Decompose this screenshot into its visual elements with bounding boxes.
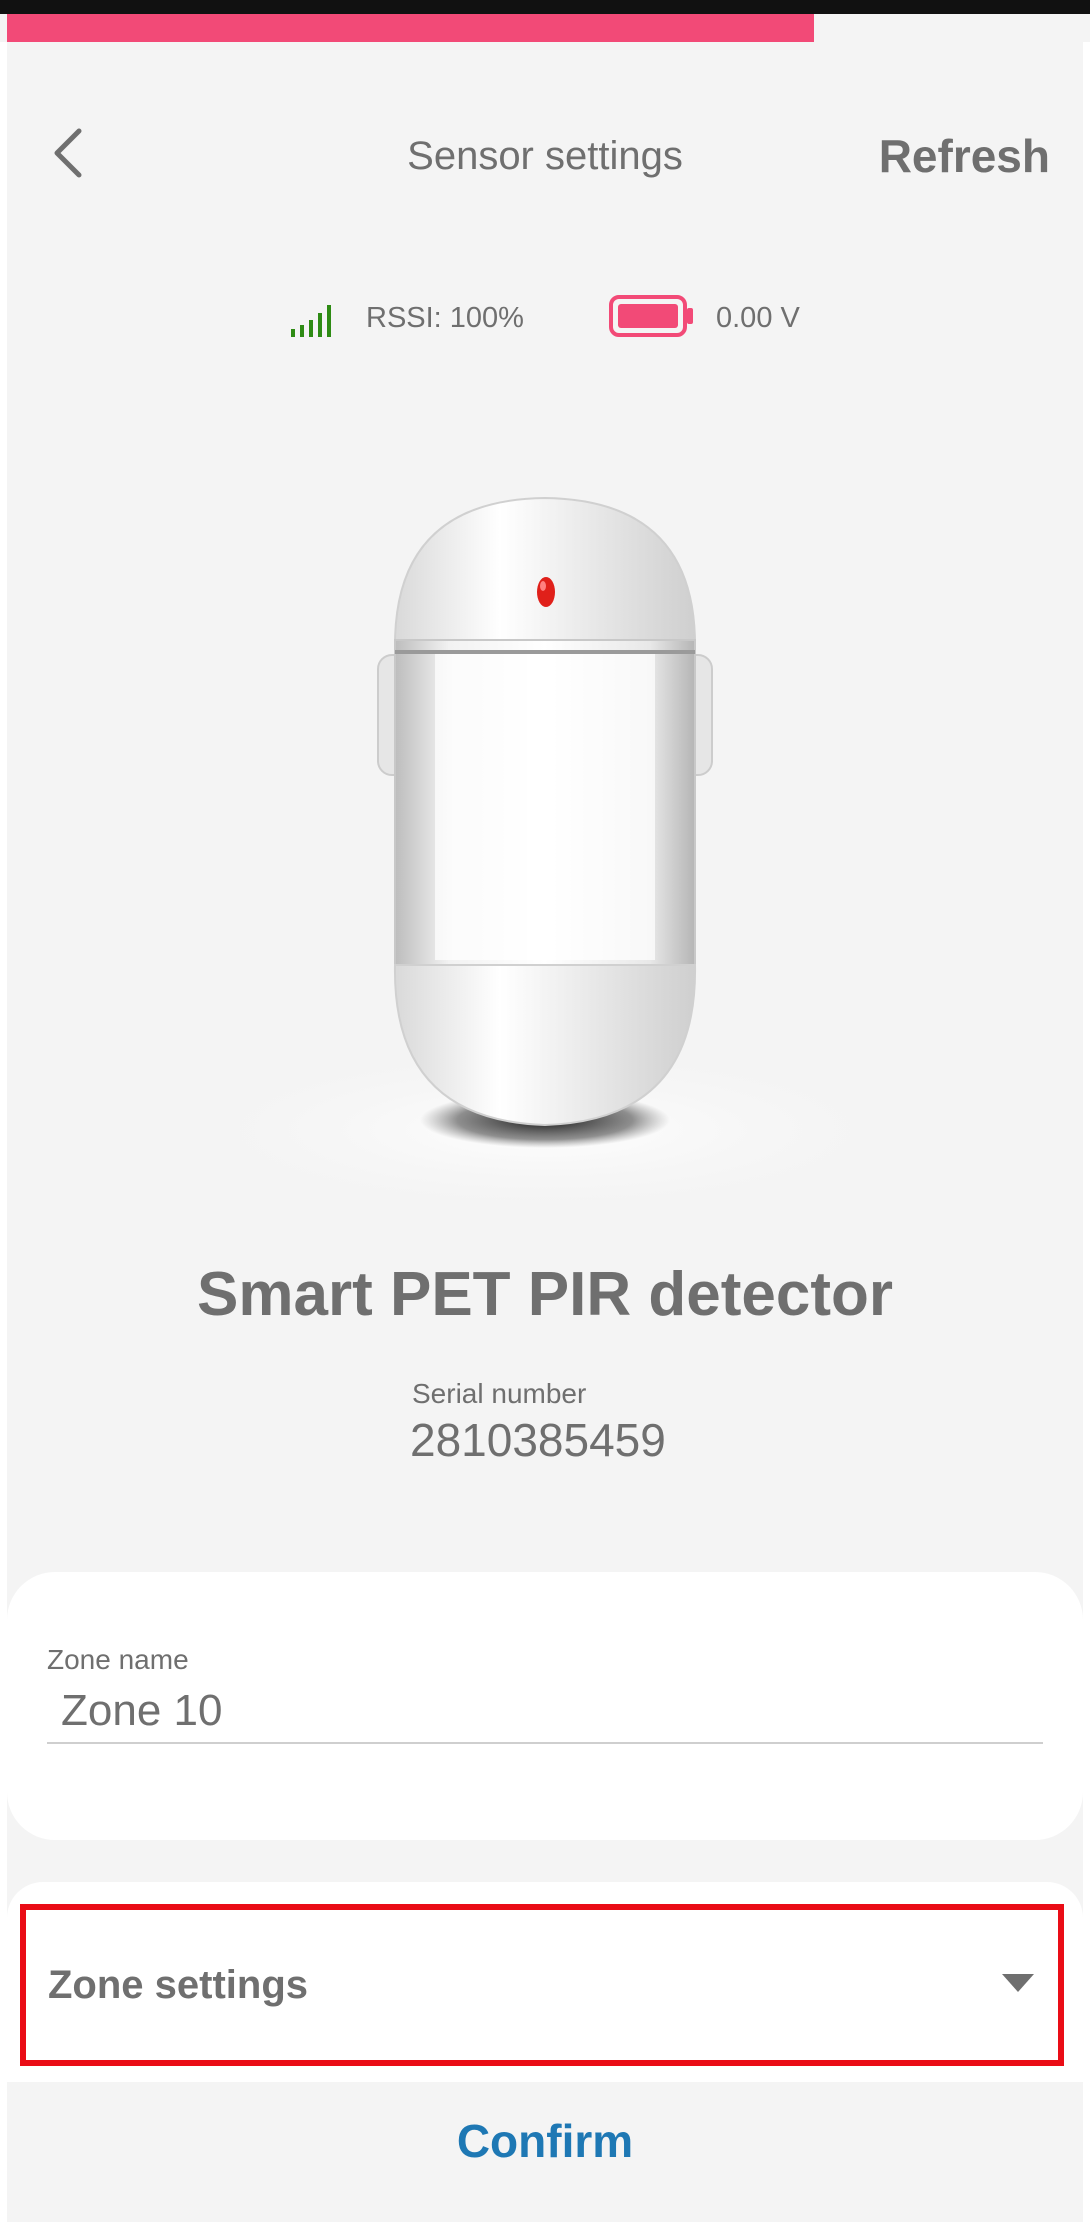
pir-detector-image	[155, 496, 935, 1220]
top-status-rule	[0, 0, 1090, 14]
battery-icon	[609, 295, 693, 337]
zone-name-input[interactable]	[47, 1680, 1043, 1744]
page-title: Sensor settings	[407, 134, 683, 178]
sensor-status-row: RSSI: 100% 0.00 V	[0, 286, 1090, 346]
zone-name-card: Zone name	[7, 1572, 1083, 1840]
device-name: Smart PET PIR detector	[197, 1260, 893, 1329]
progress-bar-fill	[7, 14, 814, 42]
zone-name-label: Zone name	[47, 1644, 189, 1675]
zone-settings-label: Zone settings	[48, 1963, 309, 2007]
serial-number-value: 2810385459	[410, 1414, 666, 1466]
progress-bar	[7, 14, 1083, 42]
back-button[interactable]	[38, 118, 98, 188]
rssi-value: RSSI: 100%	[366, 302, 524, 334]
refresh-button[interactable]: Refresh	[850, 124, 1050, 188]
signal-strength-icon	[291, 305, 331, 337]
back-chevron-icon	[54, 128, 82, 178]
sensor-settings-screen: Sensor settings Refresh RSSI: 100% 0.00 …	[0, 0, 1090, 2222]
dropdown-arrow-icon	[1002, 1974, 1034, 1992]
battery-voltage: 0.00 V	[716, 302, 800, 334]
right-edge	[1083, 42, 1090, 2222]
confirm-button[interactable]: Confirm	[345, 2104, 745, 2178]
left-edge	[0, 42, 7, 2222]
zone-settings-dropdown[interactable]: Zone settings	[20, 1904, 1064, 2066]
serial-number-label: Serial number	[412, 1378, 587, 1409]
